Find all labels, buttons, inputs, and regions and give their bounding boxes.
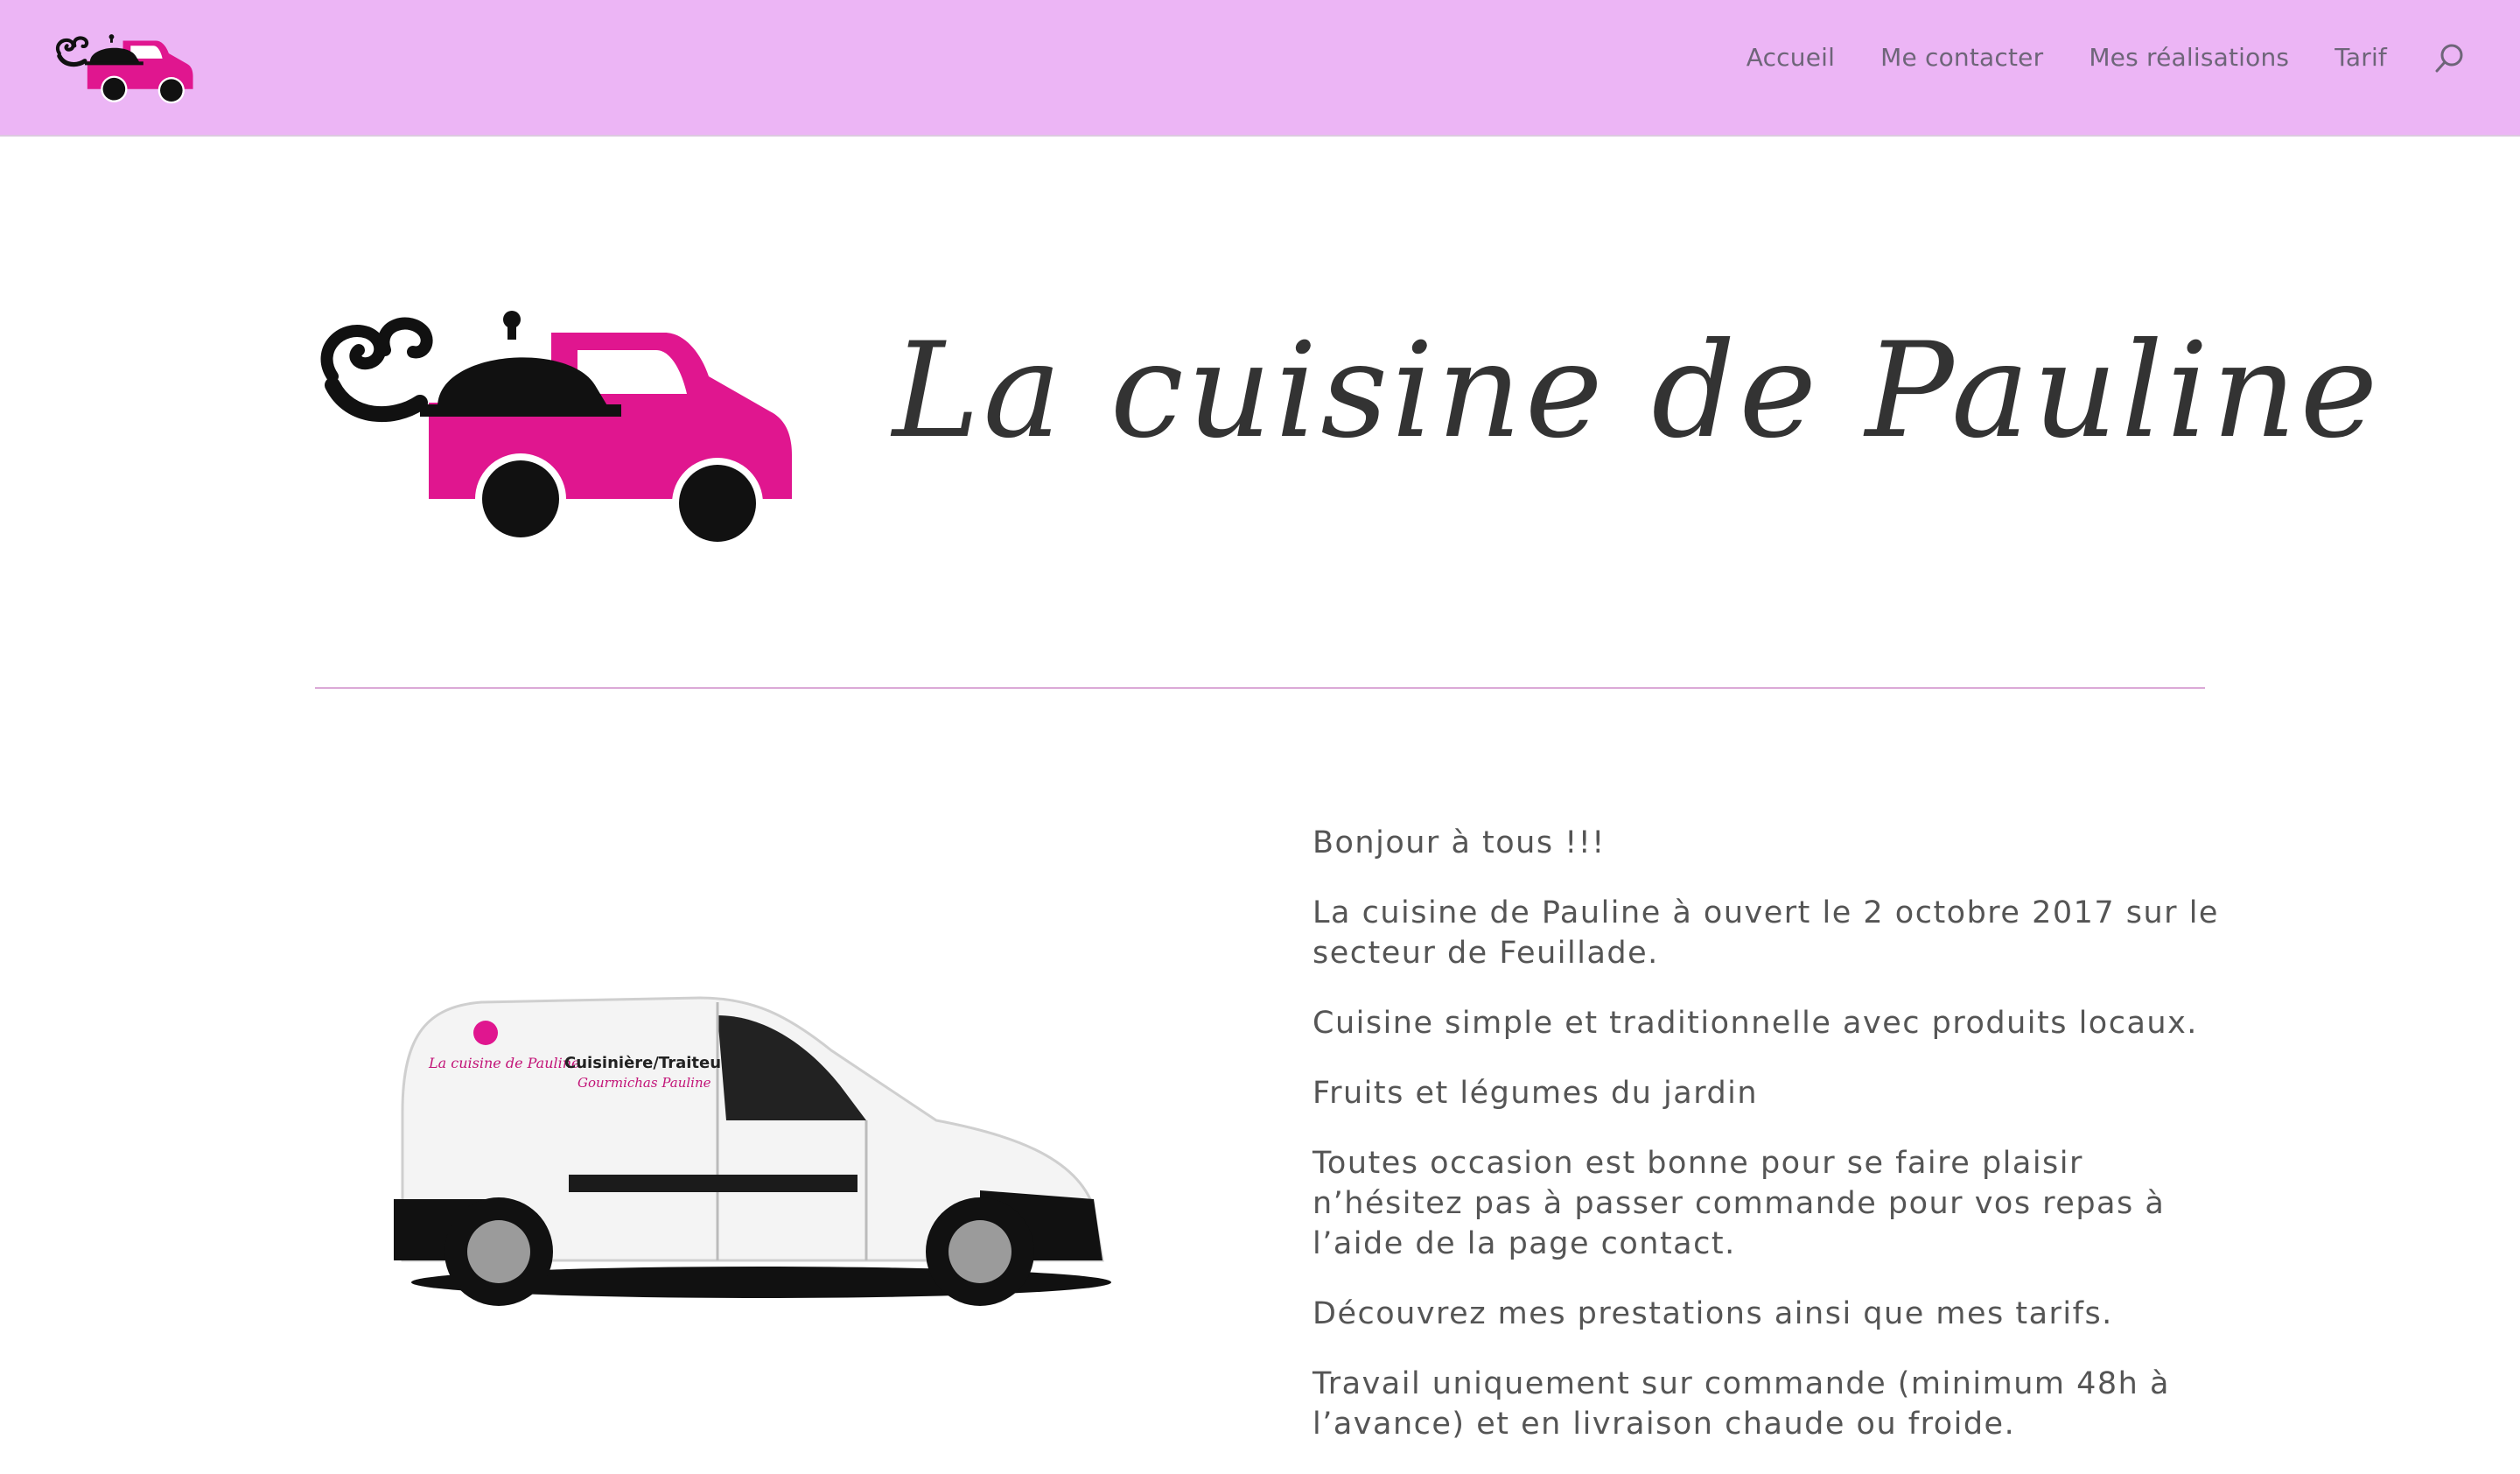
- main-nav: Accueil Me contacter Mes réalisations Ta…: [1746, 0, 2520, 135]
- delivery-van-image: La cuisine de Pauline Cuisinière/Traiteu…: [394, 996, 1111, 1306]
- intro-text: Bonjour à tous !!! La cuisine de Pauline…: [1312, 823, 2222, 1474]
- van-label-brand: La cuisine de Pauline: [428, 1055, 580, 1071]
- divider: [315, 687, 2205, 689]
- nav-me-contacter[interactable]: Me contacter: [1880, 43, 2043, 72]
- nav-mes-realisations[interactable]: Mes réalisations: [2089, 43, 2289, 72]
- search-icon[interactable]: [2432, 41, 2468, 76]
- paragraph: La cuisine de Pauline à ouvert le 2 octo…: [1312, 895, 2219, 971]
- nav-tarif[interactable]: Tarif: [2334, 43, 2387, 72]
- site-header: Accueil Me contacter Mes réalisations Ta…: [0, 0, 2520, 137]
- food-truck-logo-icon[interactable]: [54, 30, 194, 105]
- paragraph: Travail uniquement sur commande (minimum…: [1312, 1366, 2170, 1442]
- paragraph: Découvrez mes prestations ainsi que mes …: [1312, 1296, 2113, 1331]
- paragraph: Cuisine simple et traditionnelle avec pr…: [1312, 1006, 2198, 1041]
- paragraph: Toutes occasion est bonne pour se faire …: [1312, 1146, 2166, 1261]
- food-truck-logo-icon: [320, 311, 792, 549]
- page-title: La cuisine de Pauline: [892, 315, 2382, 467]
- van-label-name: Gourmichas Pauline: [578, 1075, 711, 1091]
- paragraph: Bonjour à tous !!!: [1312, 825, 1606, 860]
- van-label-role: Cuisinière/Traiteur: [564, 1054, 729, 1072]
- paragraph: Fruits et légumes du jardin: [1312, 1076, 1759, 1111]
- nav-accueil[interactable]: Accueil: [1746, 43, 1835, 72]
